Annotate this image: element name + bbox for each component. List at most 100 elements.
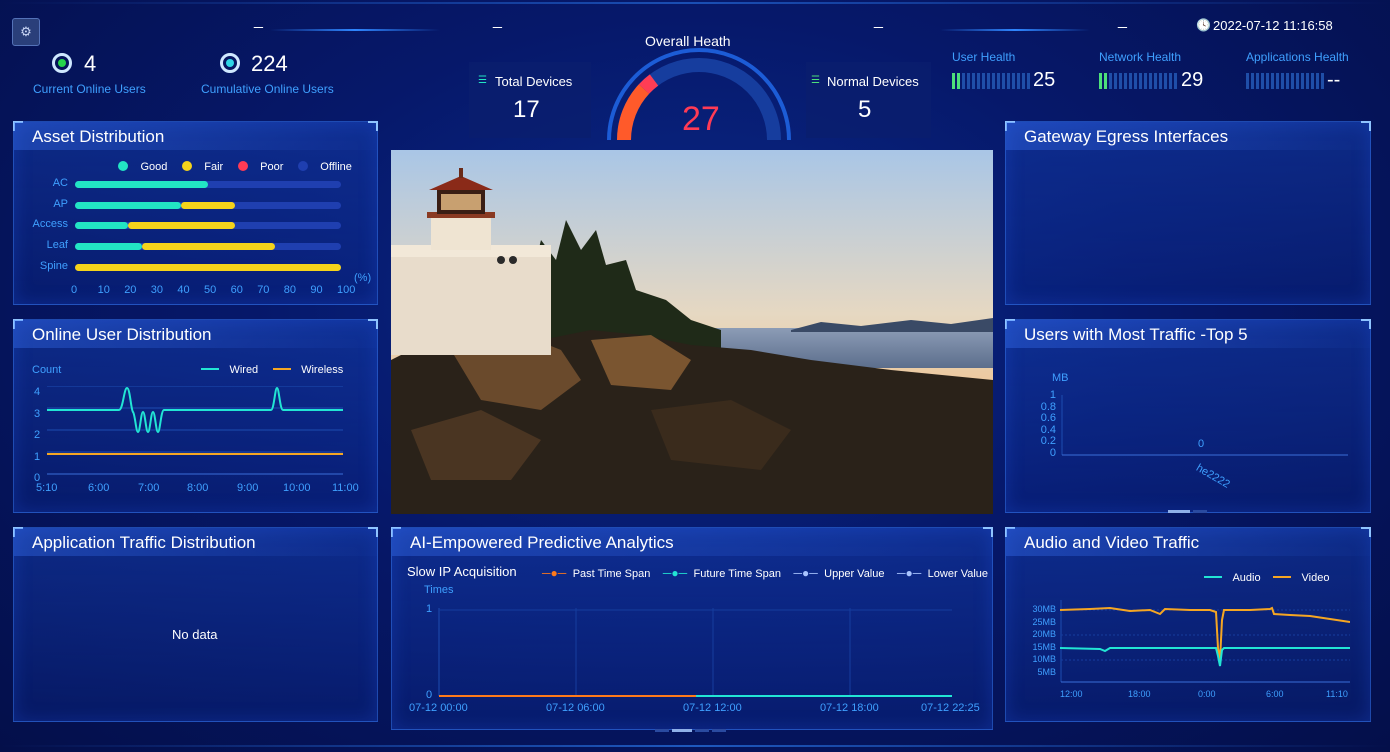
gateway-egress-title: Gateway Egress Interfaces bbox=[1024, 127, 1229, 146]
xtick: 5:10 bbox=[36, 482, 58, 494]
asset-xtick: 30 bbox=[150, 284, 164, 296]
normal-devices-card[interactable]: ☰ Normal Devices 5 bbox=[806, 62, 931, 138]
top-users-pager[interactable] bbox=[1168, 500, 1207, 518]
top-users-value-label: 0 bbox=[1198, 438, 1205, 450]
asset-bar-fair[interactable] bbox=[128, 222, 235, 230]
asset-bar-good[interactable] bbox=[75, 181, 208, 188]
xtick: 18:00 bbox=[1128, 689, 1151, 699]
xtick: 0:00 bbox=[1198, 689, 1216, 699]
predictive-pager[interactable] bbox=[655, 719, 726, 737]
audio-video-line-chart bbox=[1060, 600, 1350, 683]
ytick: 2 bbox=[34, 429, 41, 441]
audio-video-legend: Audio Video bbox=[1204, 568, 1329, 586]
asset-bar-good[interactable] bbox=[75, 201, 182, 209]
scenic-photo bbox=[391, 150, 993, 514]
top-users-yaxis: 1 0.8 0.6 0.4 0.2 0 bbox=[1036, 389, 1056, 460]
asset-category-label: AC bbox=[52, 177, 68, 189]
ytick: 5MB bbox=[1037, 666, 1056, 677]
ytick: 1 bbox=[34, 450, 41, 463]
header-dash: _ bbox=[254, 12, 263, 29]
legend-fair: Fair bbox=[204, 161, 224, 173]
asset-xtick: 100 bbox=[337, 284, 356, 296]
normal-devices-value: 5 bbox=[858, 96, 872, 123]
predictive-ylabel: Times bbox=[424, 584, 454, 596]
clock-icon: 🕓 bbox=[1196, 18, 1211, 32]
settings-gear-button[interactable]: ⚙ bbox=[12, 18, 40, 46]
asset-bar-good[interactable] bbox=[75, 222, 129, 230]
header-dash: _ bbox=[1118, 12, 1127, 29]
predictive-ytick: 0 bbox=[426, 689, 433, 701]
legend-good-dot bbox=[118, 160, 128, 171]
header-top-line bbox=[0, 2, 1390, 4]
legend-audio: Audio bbox=[1232, 572, 1261, 584]
ytick: 30MB bbox=[1032, 604, 1056, 614]
header-decor-line bbox=[940, 29, 1090, 31]
asset-distribution-title: Asset Distribution bbox=[32, 127, 165, 146]
overall-health-value: 27 bbox=[682, 100, 720, 138]
asset-xtick: 70 bbox=[257, 284, 270, 296]
legend-lower-marker: ─●─ bbox=[896, 566, 922, 580]
cumulative-online-users-value: 224 bbox=[251, 51, 288, 76]
user-health-value: 25 bbox=[1033, 69, 1056, 91]
top-users-category: he2222 bbox=[1194, 462, 1232, 491]
header-dash: _ bbox=[493, 12, 502, 29]
legend-wired: Wired bbox=[229, 364, 259, 376]
predictive-legend: ─●─ Past Time Span ─●─ Future Time Span … bbox=[542, 564, 988, 582]
cumulative-online-users-label: Cumulative Online Users bbox=[201, 82, 334, 96]
application-traffic-title: Application Traffic Distribution bbox=[32, 533, 256, 552]
predictive-subtitle: Slow IP Acquisition bbox=[407, 564, 517, 579]
legend-fair-dot bbox=[181, 160, 192, 171]
xtick: 7:00 bbox=[138, 482, 160, 494]
legend-offline: Offline bbox=[320, 161, 352, 173]
ytick: 0 bbox=[1049, 446, 1056, 459]
asset-category-label: Spine bbox=[39, 259, 68, 272]
predictive-ytick: 1 bbox=[426, 603, 433, 615]
legend-upper: Upper Value bbox=[824, 568, 885, 580]
legend-wireless-line bbox=[272, 367, 291, 370]
ytick: 3 bbox=[34, 407, 41, 420]
asset-xtick: 0 bbox=[71, 284, 78, 296]
predictive-analytics-title: AI-Empowered Predictive Analytics bbox=[410, 533, 674, 552]
xtick: 07-12 22:25 bbox=[921, 702, 980, 714]
xtick: 11:10 bbox=[1326, 689, 1348, 699]
current-online-users-value: 4 bbox=[84, 51, 97, 76]
asset-bar-fair[interactable] bbox=[141, 243, 275, 251]
network-health-value: 29 bbox=[1181, 69, 1204, 91]
top-users-ylabel: MB bbox=[1052, 372, 1069, 384]
online-user-line-chart bbox=[47, 386, 343, 475]
list-icon: ☰ bbox=[811, 75, 820, 86]
xtick: 07-12 06:00 bbox=[546, 702, 605, 714]
audio-video-panel: Audio and Video Traffic Audio Video 30MB… bbox=[1005, 527, 1371, 722]
asset-category-label: AP bbox=[53, 197, 68, 210]
asset-xtick: 90 bbox=[310, 284, 323, 296]
ytick: 1 bbox=[1049, 389, 1056, 401]
ytick: 25MB bbox=[1032, 616, 1056, 627]
online-user-distribution-title: Online User Distribution bbox=[32, 325, 212, 344]
header-decor-line bbox=[270, 29, 440, 31]
online-user-legend: Wired Wireless bbox=[201, 360, 343, 378]
asset-bar-fair[interactable] bbox=[181, 201, 235, 209]
xtick: 07-12 12:00 bbox=[683, 702, 742, 714]
applications-health-label: Applications Health bbox=[1246, 50, 1349, 64]
asset-xtick: 40 bbox=[177, 284, 190, 296]
total-devices-label: Total Devices bbox=[495, 74, 573, 89]
asset-bar-good[interactable] bbox=[75, 243, 142, 251]
xtick: 6:00 bbox=[88, 482, 110, 494]
audio-video-yaxis: 30MB 25MB 20MB 15MB 10MB 5MB bbox=[1022, 603, 1056, 679]
gateway-egress-panel: Gateway Egress Interfaces bbox=[1005, 121, 1371, 305]
asset-bar-fair[interactable] bbox=[75, 263, 341, 271]
xtick: 6:00 bbox=[1266, 689, 1284, 699]
legend-future: Future Time Span bbox=[693, 568, 781, 580]
top-users-panel: Users with Most Traffic -Top 5 MB 1 0.8 … bbox=[1005, 319, 1371, 513]
header-dash: _ bbox=[874, 12, 883, 29]
user-health-bars bbox=[952, 72, 1032, 90]
xtick: 07-12 00:00 bbox=[409, 702, 468, 714]
user-health-label: User Health bbox=[952, 50, 1016, 64]
predictive-line-chart bbox=[438, 608, 952, 697]
asset-xtick: 20 bbox=[124, 284, 137, 296]
asset-xtick: 10 bbox=[97, 284, 110, 296]
asset-xtick: 80 bbox=[283, 284, 297, 296]
total-devices-card[interactable]: ☰ Total Devices 17 bbox=[469, 62, 591, 138]
lighthouse-photo bbox=[391, 150, 993, 514]
online-user-distribution-panel: Online User Distribution Count Wired Wir… bbox=[13, 319, 378, 513]
